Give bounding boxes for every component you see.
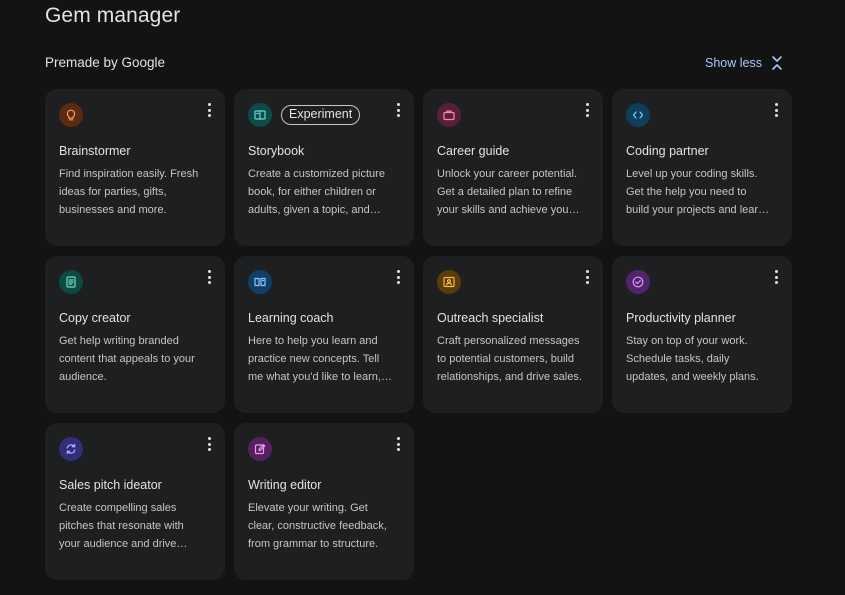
gem-description: Get help writing branded content that ap… <box>59 335 195 383</box>
gem-description: Find inspiration easily. Fresh ideas for… <box>59 168 199 216</box>
gem-title: Outreach specialist <box>437 311 544 325</box>
gem-card-outreach-specialist[interactable]: Outreach specialist Craft personalized me… <box>423 256 603 413</box>
gem-card-learning-coach[interactable]: Learning coach Here to help you learn and… <box>234 256 414 413</box>
gem-description: Here to help you learn and practice new … <box>248 335 381 383</box>
collapse-icon <box>772 56 782 70</box>
gem-title: Learning coach <box>248 311 334 325</box>
gem-description: Stay on top of your work. Schedule tasks… <box>626 335 759 383</box>
page-title: Gem manager <box>45 4 181 27</box>
more-options-icon[interactable] <box>203 269 215 285</box>
more-options-icon[interactable] <box>581 102 593 118</box>
gem-card-writing-editor[interactable]: Writing editor Elevate your writing. Get … <box>234 423 414 580</box>
gem-grid: Brainstormer Find inspiration easily. Fre… <box>45 89 792 580</box>
code-icon <box>626 103 650 127</box>
gem-card-copy-creator[interactable]: Copy creator Get help writing branded con… <box>45 256 225 413</box>
gem-title: Copy creator <box>59 311 131 325</box>
show-less-label: Show less <box>705 56 762 70</box>
show-less-button[interactable]: Show less <box>705 55 784 71</box>
gem-description: Elevate your writing. Get clear, constru… <box>248 502 387 550</box>
gem-title: Sales pitch ideator <box>59 478 162 492</box>
gem-card-sales-pitch-ideator[interactable]: Sales pitch ideator Create compelling sal… <box>45 423 225 580</box>
gem-title: Storybook <box>248 144 305 158</box>
more-options-icon[interactable] <box>203 102 215 118</box>
more-options-icon[interactable] <box>203 436 215 452</box>
gem-title: Career guide <box>437 144 510 158</box>
more-options-icon[interactable] <box>770 102 782 118</box>
more-options-icon[interactable] <box>581 269 593 285</box>
document-icon <box>59 270 83 294</box>
briefcase-icon <box>437 103 461 127</box>
gem-card-storybook[interactable]: Experiment Storybook Create a customized p… <box>234 89 414 246</box>
gem-description: Level up your coding skills. Get the hel… <box>626 168 765 216</box>
more-options-icon[interactable] <box>392 436 404 452</box>
lightbulb-icon <box>59 103 83 127</box>
more-options-icon[interactable] <box>392 102 404 118</box>
gem-title: Writing editor <box>248 478 322 492</box>
gem-card-coding-partner[interactable]: Coding partner Level up your coding skill… <box>612 89 792 246</box>
edit-icon <box>248 437 272 461</box>
section-title: Premade by Google <box>45 55 166 70</box>
gem-title: Coding partner <box>626 144 709 158</box>
gem-description: Craft personalized messages to potential… <box>437 335 582 383</box>
more-options-icon[interactable] <box>392 269 404 285</box>
open-book-icon <box>248 270 272 294</box>
book-icon <box>248 103 272 127</box>
refresh-icon <box>59 437 83 461</box>
more-options-icon[interactable] <box>770 269 782 285</box>
gem-title: Brainstormer <box>59 144 131 158</box>
experiment-badge: Experiment <box>281 105 361 125</box>
gem-card-productivity-planner[interactable]: Productivity planner Stay on top of your … <box>612 256 792 413</box>
gem-description: Unlock your career potential. Get a deta… <box>437 168 578 216</box>
contact-card-icon <box>437 270 461 294</box>
gem-description: Create compelling sales pitches that res… <box>59 502 184 550</box>
gem-title: Productivity planner <box>626 311 736 325</box>
gem-description: Create a customized picture book, for ei… <box>248 168 385 216</box>
check-circle-icon <box>626 270 650 294</box>
gem-card-career-guide[interactable]: Career guide Unlock your career potential… <box>423 89 603 246</box>
gem-card-brainstormer[interactable]: Brainstormer Find inspiration easily. Fre… <box>45 89 225 246</box>
